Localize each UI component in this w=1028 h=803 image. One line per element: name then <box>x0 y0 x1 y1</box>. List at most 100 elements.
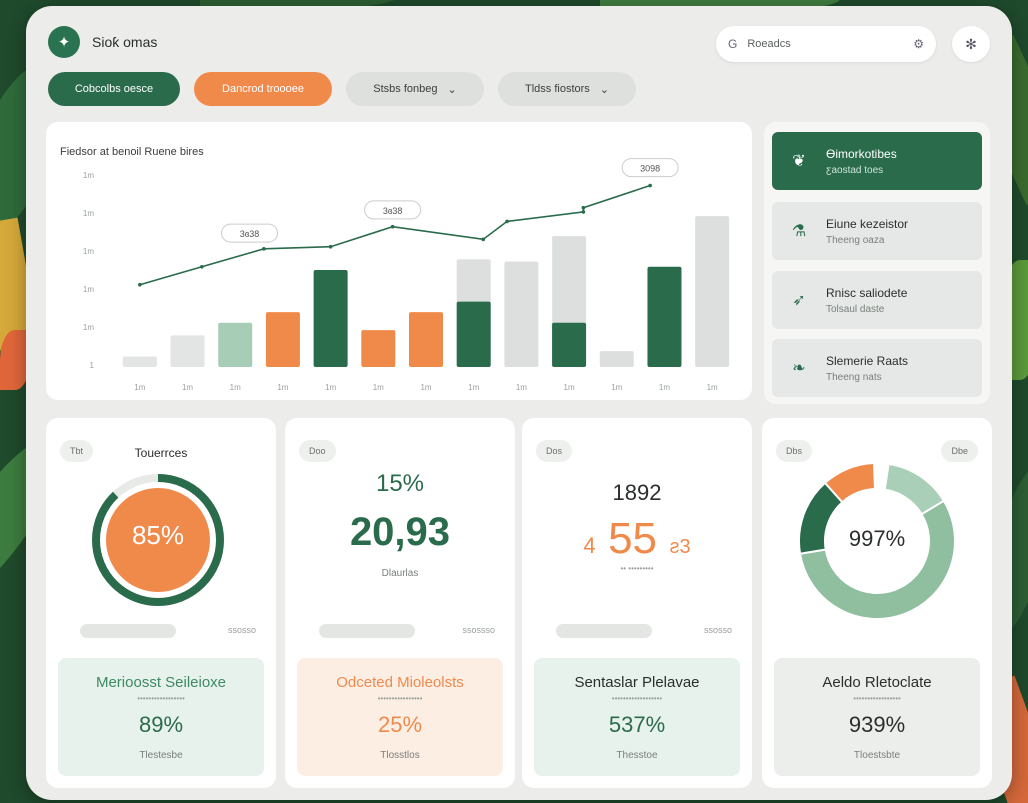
filter-pill-label: Dancrod troooee <box>222 83 304 95</box>
kpi-heading: Touerrces <box>134 446 188 460</box>
settings-icon: ✻ <box>965 35 977 52</box>
kpi-sub-panel: Odceted Mioleolsts •••••••••••••••• 25% … <box>297 658 503 776</box>
search-input[interactable]: Roeadcs <box>747 38 903 50</box>
bar-chart-card: Fiedsor at benoil Ruene bires 1m 1m 1m 1m 1m… <box>46 122 752 400</box>
app-title: Sioƙ omas <box>92 34 158 50</box>
leaf-icon: ❦ <box>792 153 806 170</box>
category-subtitle: ƹaostad toes <box>826 164 884 176</box>
chart-bar <box>361 330 396 367</box>
x-tick-label: 1m <box>325 383 336 392</box>
dashboard-panel: ✦ Sioƙ omas G Roeadcs ⚙ ✻ Cobcolbs oesce… <box>26 6 1012 800</box>
filter-dropdown-2[interactable]: Tldss fiostors ⌄ <box>498 72 636 106</box>
bar-note: ssossso <box>462 625 495 635</box>
category-title: Rnisc saliodete <box>826 285 908 300</box>
flask-icon: ⚗ <box>791 223 807 240</box>
placeholder-bar <box>80 624 176 638</box>
sub-title: Odceted Mioleolsts <box>336 674 464 691</box>
chevron-down-icon: ⌄ <box>599 83 609 96</box>
y-tick-label: 1m <box>83 209 94 218</box>
donut-value: 997% <box>848 526 906 551</box>
placeholder-bar <box>556 624 652 638</box>
chart-bar <box>599 351 634 367</box>
chart-bar <box>265 312 300 367</box>
x-tick-label: 1m <box>277 383 288 392</box>
chart-line-point <box>581 210 586 214</box>
x-tick-label: 1m <box>564 383 575 392</box>
kpi-caption: •• ••••••••• <box>620 564 654 573</box>
filter-bar: Cobcolbs oesce Dancrod troooee Stsbs fon… <box>48 72 636 108</box>
x-tick-label: 1m <box>468 383 479 392</box>
leaf-logo-icon[interactable]: ✦ <box>48 26 80 58</box>
y-tick-label: 1 <box>90 361 95 370</box>
chart-line-point <box>200 264 204 269</box>
chart-bar <box>504 261 539 367</box>
chevron-down-icon: ⌄ <box>447 83 457 96</box>
bar-note: ssosso <box>703 625 732 635</box>
kpi-tag: Dos <box>536 440 573 462</box>
category-title: Slemerie Raats <box>826 353 909 368</box>
bar-chart: 1m 1m 1m 1m 1m 1 1m 1m 1m 1m 1m 1m 1m 1m 1m 1m 1m 1m 1m 3ɞ3… <box>83 158 730 392</box>
filter-pill-1[interactable]: Cobcolbs oesce <box>48 72 180 106</box>
x-tick-label: 1m <box>707 383 718 392</box>
chart-bar <box>409 312 443 367</box>
kpi-card-3: Dos 1892 4 55 ƨ3 •• ••••••••• ssosso Sen… <box>522 418 752 788</box>
sub-title: Aeldo Rletoclate <box>822 674 932 691</box>
search-box[interactable]: G Roeadcs ⚙ <box>716 26 936 62</box>
category-item-3[interactable]: ➶ Rnisc saliodete Tolsaul daste <box>772 271 982 329</box>
chart-line-point <box>390 224 395 229</box>
filter-icon[interactable]: ⚙ <box>913 37 924 51</box>
chart-bar-overlay <box>456 301 491 367</box>
chart-line-point <box>262 247 266 251</box>
category-item-1[interactable]: ❦ Ɵimorkotibes ƹaostad toes <box>772 132 982 190</box>
kpi-card-1: Tbt Touerrces 85% ssosso Merioosst Seile… <box>46 418 276 788</box>
kpi-top-value: 1892 <box>612 480 662 505</box>
chart-bar <box>313 269 348 367</box>
x-tick-label: 1m <box>611 383 622 392</box>
sub-caption: ••••••••••••••••• <box>853 694 901 703</box>
chart-bar <box>647 266 682 367</box>
kpi-value: 55 <box>608 514 658 563</box>
sub-footer: Thesstoe <box>616 750 658 761</box>
kpi-card-4: Dbs Dbe 997% Aeldo Rletoclate ••••••••••… <box>762 418 992 788</box>
chart-callout-label: 3ɞ38 <box>383 206 403 216</box>
x-tick-label: 1m <box>134 383 145 392</box>
chart-line-point <box>328 244 333 249</box>
kpi-prefix: 4 <box>583 533 596 558</box>
sub-value: 89% <box>138 712 184 737</box>
category-title: Eiune kezeistor <box>826 216 909 231</box>
chart-line-point <box>481 237 486 242</box>
kpi-tag: Doo <box>299 440 336 462</box>
y-tick-label: 1m <box>83 323 94 332</box>
category-item-4[interactable]: ❧ Slemerie Raats Theeng nats <box>772 339 982 397</box>
kpi-value: 20,93 <box>349 510 451 554</box>
sub-title: Merioosst Seileioxe <box>95 674 227 691</box>
x-tick-label: 1m <box>373 383 384 392</box>
sub-caption: ••••••••••••••••• <box>137 694 185 703</box>
filter-pill-label: Tldss fiostors <box>524 83 590 95</box>
bar-note: ssosso <box>227 625 256 635</box>
filter-dropdown-1[interactable]: Stsbs fonbeg ⌄ <box>346 72 484 106</box>
search-icon: G <box>728 37 738 51</box>
x-tick-label: 1m <box>182 383 193 392</box>
sub-footer: Tloestsbte <box>853 750 901 761</box>
bird-icon: ❧ <box>792 360 806 377</box>
kpi-sub-panel: Merioosst Seileioxe ••••••••••••••••• 89… <box>58 658 264 776</box>
sub-footer: Tlosstlos <box>380 750 420 761</box>
sub-value: 537% <box>608 712 666 737</box>
x-tick-label: 1m <box>659 383 670 392</box>
feather-icon: ➶ <box>792 292 806 309</box>
filter-pill-label: Cobcolbs oesce <box>74 83 154 95</box>
sub-footer: Tlestesbe <box>139 750 183 761</box>
category-title: Ɵimorkotibes <box>826 146 897 161</box>
chart-line-point <box>648 183 652 188</box>
category-item-2[interactable]: ⚗ Eiune kezeistor Theeng oaza <box>772 202 982 260</box>
settings-button[interactable]: ✻ <box>952 26 990 62</box>
placeholder-bar <box>319 624 415 638</box>
chart-callout-label: 3ɞ38 <box>240 229 260 239</box>
x-tick-label: 1m <box>420 383 431 392</box>
filter-pill-label: Stsbs fonbeg <box>373 83 438 95</box>
kpi-suffix: ƨ3 <box>669 536 691 558</box>
filter-pill-2[interactable]: Dancrod troooee <box>194 72 332 106</box>
ring-value: 85% <box>131 520 185 550</box>
kpi-caption: Dlaurlas <box>381 568 419 579</box>
